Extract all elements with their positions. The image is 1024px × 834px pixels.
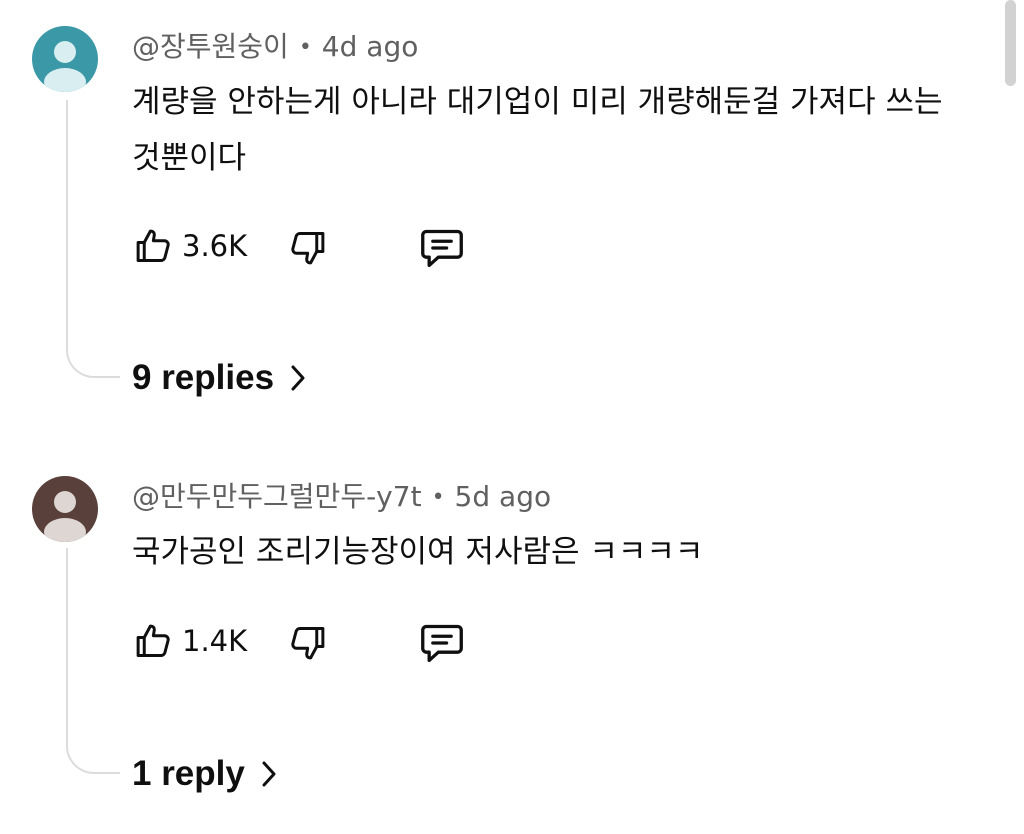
reply-button[interactable] xyxy=(418,621,466,665)
like-button[interactable]: 3.6K xyxy=(132,224,247,268)
separator-dot: • xyxy=(431,485,445,510)
thumbs-up-icon xyxy=(132,224,174,268)
scrollbar-thumb[interactable] xyxy=(1005,0,1016,86)
avatar[interactable] xyxy=(32,476,98,542)
replies-count-label: 9 replies xyxy=(132,358,275,397)
dislike-button[interactable] xyxy=(287,621,329,665)
comment-text: 계량을 안하는게 아니라 대기업이 미리 개량해둔걸 가져다 쓰는것뿐이다 xyxy=(132,84,943,176)
thumbs-down-icon xyxy=(287,621,329,665)
like-count: 3.6K xyxy=(182,229,248,263)
separator-dot: • xyxy=(298,35,312,60)
author-name[interactable]: @만두만두그럴만두-y7t xyxy=(132,480,422,513)
dislike-button[interactable] xyxy=(287,226,329,270)
avatar[interactable] xyxy=(32,26,98,92)
author-name[interactable]: @장투원숭이 xyxy=(132,30,289,63)
like-count: 1.4K xyxy=(182,624,248,658)
reply-button[interactable] xyxy=(418,226,466,270)
view-replies-button[interactable]: 1 reply xyxy=(132,754,277,794)
comment-icon xyxy=(418,621,466,665)
thumbs-up-icon xyxy=(132,619,174,663)
comment-time[interactable]: 4d ago xyxy=(322,30,419,63)
comment-meta: @만두만두그럴만두-y7t • 5d ago xyxy=(132,479,551,516)
thread-connector-line xyxy=(66,100,120,378)
chevron-right-icon xyxy=(274,364,306,392)
comment-icon xyxy=(418,226,466,270)
comment-meta: @장투원숭이 • 4d ago xyxy=(132,29,418,66)
thread-connector-line xyxy=(66,548,120,774)
replies-count-label: 1 reply xyxy=(132,754,245,793)
chevron-right-icon xyxy=(245,760,277,788)
comment-text: 국가공인 조리기능장이여 저사람은 ㅋㅋㅋㅋ xyxy=(132,534,704,570)
view-replies-button[interactable]: 9 replies xyxy=(132,358,306,398)
like-button[interactable]: 1.4K xyxy=(132,619,247,663)
thumbs-down-icon xyxy=(287,226,329,270)
comment-time[interactable]: 5d ago xyxy=(455,480,552,513)
